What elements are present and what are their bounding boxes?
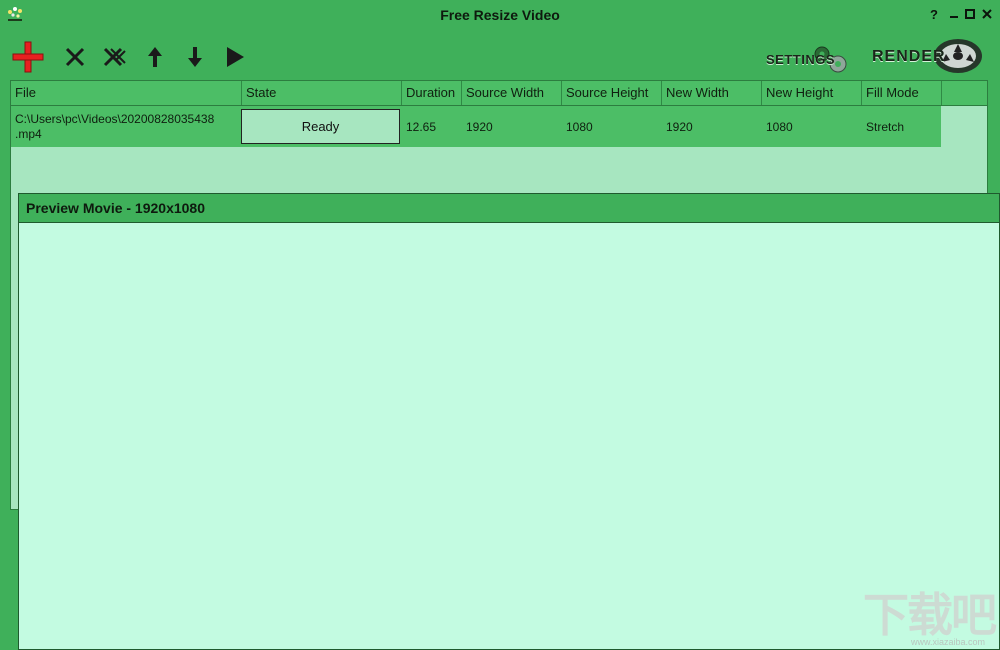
add-button[interactable] — [11, 40, 45, 74]
remove-button[interactable] — [58, 40, 92, 74]
play-icon — [224, 45, 246, 69]
preview-panel: Preview Movie - 1920x1080 下载吧 www.xiazai… — [18, 193, 1000, 650]
column-header-duration[interactable]: Duration — [402, 81, 462, 105]
column-header-source-width[interactable]: Source Width — [462, 81, 562, 105]
watermark-logo: 下载吧 — [863, 589, 997, 641]
move-up-button[interactable] — [138, 40, 172, 74]
file-path-line1: C:\Users\pc\Videos\20200828035438 — [15, 111, 215, 126]
render-button[interactable]: RENDER — [868, 36, 984, 76]
clear-all-button[interactable] — [98, 40, 132, 74]
column-header-source-height[interactable]: Source Height — [562, 81, 662, 105]
preview-video-area[interactable] — [19, 224, 999, 649]
play-button[interactable] — [218, 40, 252, 74]
column-header-new-height[interactable]: New Height — [762, 81, 862, 105]
render-label: RENDER — [872, 48, 946, 65]
cell-fill-mode: Stretch — [866, 119, 905, 134]
column-header-file[interactable]: File — [11, 81, 242, 105]
list-header: File State Duration Source Width Source … — [11, 81, 987, 106]
column-header-new-width[interactable]: New Width — [662, 81, 762, 105]
settings-label: SETTINGS — [766, 52, 836, 67]
title-bar: Free Resize Video ? — [0, 0, 1000, 30]
clear-all-icon — [102, 45, 128, 69]
close-icon — [64, 46, 86, 68]
watermark-url: www.xiazaiba.com — [910, 637, 985, 647]
window-title: Free Resize Video — [440, 7, 560, 23]
maximize-button[interactable] — [962, 7, 978, 22]
arrow-down-icon — [186, 46, 204, 68]
status-badge: Ready — [241, 109, 400, 144]
toolbar: SETTINGS RENDER — [0, 34, 1000, 80]
preview-title[interactable]: Preview Movie - 1920x1080 — [19, 194, 999, 223]
cell-file: C:\Users\pc\Videos\20200828035438 .mp4 — [11, 106, 241, 147]
column-header-state[interactable]: State — [242, 81, 402, 105]
cell-source-height: 1080 — [566, 119, 593, 134]
column-header-fill-mode[interactable]: Fill Mode — [862, 81, 942, 105]
plus-icon — [11, 40, 45, 74]
minimize-button[interactable] — [946, 7, 962, 22]
table-row[interactable]: C:\Users\pc\Videos\20200828035438 .mp4 R… — [11, 106, 941, 147]
cell-source-width: 1920 — [466, 119, 493, 134]
settings-button[interactable]: SETTINGS — [764, 44, 854, 74]
cell-duration: 12.65 — [406, 119, 437, 134]
cell-new-width: 1920 — [666, 119, 693, 134]
move-down-button[interactable] — [178, 40, 212, 74]
help-button[interactable]: ? — [926, 7, 942, 22]
close-button[interactable] — [979, 7, 995, 22]
cell-new-height: 1080 — [766, 119, 793, 134]
file-path-line2: .mp4 — [15, 126, 42, 141]
arrow-up-icon — [146, 46, 164, 68]
